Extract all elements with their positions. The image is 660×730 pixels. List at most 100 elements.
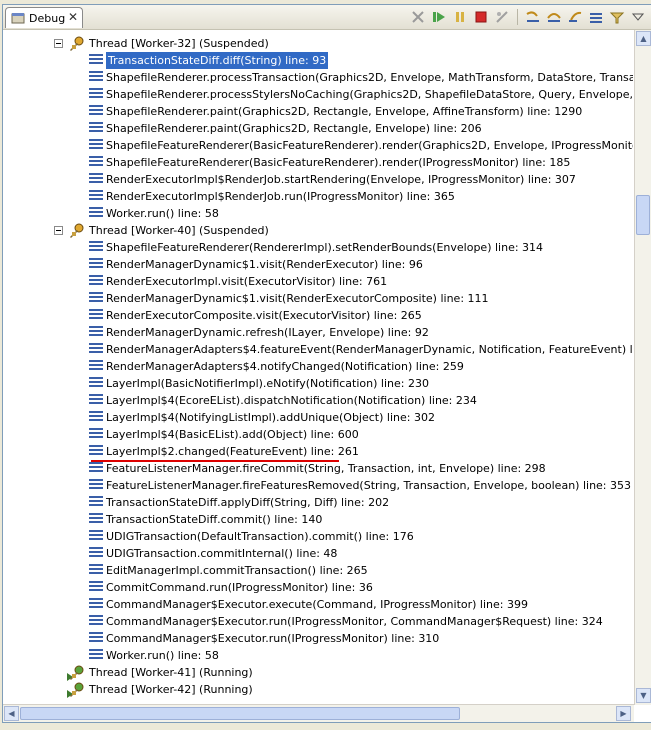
- stack-frame-label: LayerImpl$4(BasicEList).add(Object) line…: [106, 428, 359, 441]
- thread-icon: [69, 682, 85, 697]
- view-menu-icon[interactable]: [629, 8, 647, 26]
- stack-frame-label: ShapefileRenderer.paint(Graphics2D, Rect…: [106, 122, 482, 135]
- stack-frame-row[interactable]: LayerImpl(BasicNotifierImpl).eNotify(Not…: [3, 375, 633, 392]
- stack-frame-icon: [89, 190, 103, 203]
- vertical-scrollbar[interactable]: ▲ ▼: [634, 30, 652, 705]
- stack-frame-row[interactable]: ShapefileRenderer.processStylersNoCachin…: [3, 86, 633, 103]
- stack-frame-row[interactable]: RenderManagerDynamic$1.visit(RenderExecu…: [3, 290, 633, 307]
- collapse-toggle[interactable]: [54, 39, 63, 48]
- stack-frame-row[interactable]: CommitCommand.run(IProgressMonitor) line…: [3, 579, 633, 596]
- stack-frame-row[interactable]: RenderManagerDynamic.refresh(ILayer, Env…: [3, 324, 633, 341]
- stack-frame-row[interactable]: RenderExecutorImpl$RenderJob.run(IProgre…: [3, 188, 633, 205]
- stack-frame-icon: [89, 309, 103, 322]
- stack-frame-row[interactable]: ShapefileRenderer.paint(Graphics2D, Rect…: [3, 103, 633, 120]
- thread-icon: [69, 36, 85, 51]
- suspend-icon[interactable]: [451, 8, 469, 26]
- stack-frame-row[interactable]: Worker.run() line: 58: [3, 647, 633, 664]
- stack-frame-icon: [89, 88, 103, 101]
- stack-frame-icon: [89, 122, 103, 135]
- stack-frame-label: RenderManagerDynamic$1.visit(RenderExecu…: [106, 258, 423, 271]
- stack-frame-row[interactable]: CommandManager$Executor.run(IProgressMon…: [3, 613, 633, 630]
- stack-frame-row[interactable]: TransactionStateDiff.commit() line: 140: [3, 511, 633, 528]
- thread-row[interactable]: Thread [Worker-40] (Suspended): [3, 222, 633, 239]
- stack-frame-row[interactable]: CommandManager$Executor.execute(Command,…: [3, 596, 633, 613]
- stack-frame-row[interactable]: FeatureListenerManager.fireFeaturesRemov…: [3, 477, 633, 494]
- stack-frame-row[interactable]: UDIGTransaction.commitInternal() line: 4…: [3, 545, 633, 562]
- stack-frame-row[interactable]: LayerImpl$4(EcoreEList).dispatchNotifica…: [3, 392, 633, 409]
- terminate-icon[interactable]: [472, 8, 490, 26]
- step-return-icon[interactable]: [566, 8, 584, 26]
- stack-frame-row[interactable]: RenderExecutorComposite.visit(ExecutorVi…: [3, 307, 633, 324]
- stack-frame-label: TransactionStateDiff.diff(String) line: …: [106, 52, 329, 69]
- stack-frame-icon: [89, 139, 103, 152]
- stack-frame-row[interactable]: RenderExecutorImpl.visit(ExecutorVisitor…: [3, 273, 633, 290]
- stack-frame-label: ShapefileFeatureRenderer(BasicFeatureRen…: [106, 139, 633, 152]
- debug-tree[interactable]: Thread [Worker-32] (Suspended) Transactio…: [3, 30, 633, 703]
- scroll-up-button[interactable]: ▲: [636, 31, 651, 46]
- stack-frame-row[interactable]: EditManagerImpl.commitTransaction() line…: [3, 562, 633, 579]
- thread-row[interactable]: Thread [Worker-41] (Running): [3, 664, 633, 681]
- stack-frame-icon: [89, 377, 103, 390]
- scroll-left-button[interactable]: ◀: [4, 706, 19, 721]
- stack-frame-row[interactable]: LayerImpl$4(NotifyingListImpl).addUnique…: [3, 409, 633, 426]
- stack-frame-icon: [89, 71, 103, 84]
- horizontal-scrollbar[interactable]: ◀ ▶: [3, 704, 634, 722]
- stack-frame-label: RenderManagerAdapters$4.notifyChanged(No…: [106, 360, 464, 373]
- scroll-right-button[interactable]: ▶: [616, 706, 631, 721]
- stack-frame-row[interactable]: RenderManagerAdapters$4.featureEvent(Ren…: [3, 341, 633, 358]
- stack-frame-icon: [89, 156, 103, 169]
- stack-frame-icon: [89, 241, 103, 254]
- stack-frame-row[interactable]: Worker.run() line: 58: [3, 205, 633, 222]
- stack-frame-row[interactable]: ShapefileFeatureRenderer(BasicFeatureRen…: [3, 137, 633, 154]
- stack-frame-icon: [89, 564, 103, 577]
- stack-frame-row[interactable]: RenderExecutorImpl$RenderJob.startRender…: [3, 171, 633, 188]
- stack-frame-row[interactable]: LayerImpl$4(BasicEList).add(Object) line…: [3, 426, 633, 443]
- horizontal-scroll-thumb[interactable]: [20, 707, 460, 720]
- thread-row[interactable]: Thread [Worker-42] (Running): [3, 681, 633, 698]
- stack-frame-icon: [89, 275, 103, 288]
- use-step-filters-icon[interactable]: [608, 8, 626, 26]
- drop-to-frame-icon[interactable]: [587, 8, 605, 26]
- stack-frame-icon: [89, 615, 103, 628]
- stack-frame-label: FeatureListenerManager.fireFeaturesRemov…: [106, 479, 632, 492]
- stack-frame-icon: [89, 105, 103, 118]
- stack-frame-label: LayerImpl(BasicNotifierImpl).eNotify(Not…: [106, 377, 429, 390]
- stack-frame-row[interactable]: ShapefileFeatureRenderer(RendererImpl).s…: [3, 239, 633, 256]
- resume-icon[interactable]: [430, 8, 448, 26]
- stack-frame-label: ShapefileRenderer.paint(Graphics2D, Rect…: [106, 105, 583, 118]
- scroll-down-button[interactable]: ▼: [636, 688, 651, 703]
- disconnect-icon[interactable]: [493, 8, 511, 26]
- stack-frame-row[interactable]: RenderManagerAdapters$4.notifyChanged(No…: [3, 358, 633, 375]
- stack-frame-row[interactable]: CommandManager$Executor.run(IProgressMon…: [3, 630, 633, 647]
- tab-debug[interactable]: Debug ✕: [5, 7, 83, 28]
- stack-frame-icon: [89, 394, 103, 407]
- stack-frame-icon: [89, 496, 103, 509]
- stack-frame-row[interactable]: ShapefileRenderer.processTransaction(Gra…: [3, 69, 633, 86]
- stack-frame-icon: [89, 581, 103, 594]
- collapse-toggle[interactable]: [54, 226, 63, 235]
- stack-frame-row[interactable]: TransactionStateDiff.diff(String) line: …: [3, 52, 633, 69]
- stack-frame-label: RenderManagerDynamic.refresh(ILayer, Env…: [106, 326, 429, 339]
- step-over-icon[interactable]: [545, 8, 563, 26]
- step-into-icon[interactable]: [524, 8, 542, 26]
- stack-frame-row[interactable]: FeatureListenerManager.fireCommit(String…: [3, 460, 633, 477]
- stack-frame-label: UDIGTransaction(DefaultTransaction).comm…: [106, 530, 414, 543]
- vertical-scroll-thumb[interactable]: [636, 195, 650, 235]
- close-icon[interactable]: ✕: [68, 10, 78, 24]
- stack-frame-label: RenderExecutorImpl$RenderJob.startRender…: [106, 173, 576, 186]
- remove-terminated-icon[interactable]: [409, 8, 427, 26]
- stack-frame-label: ShapefileFeatureRenderer(RendererImpl).s…: [106, 241, 544, 254]
- thread-row[interactable]: Thread [Worker-32] (Suspended): [3, 35, 633, 52]
- red-annotation-underline: [91, 460, 339, 462]
- stack-frame-row[interactable]: RenderManagerDynamic$1.visit(RenderExecu…: [3, 256, 633, 273]
- stack-frame-row[interactable]: TransactionStateDiff.applyDiff(String, D…: [3, 494, 633, 511]
- stack-frame-label: RenderExecutorImpl$RenderJob.run(IProgre…: [106, 190, 455, 203]
- stack-frame-icon: [89, 530, 103, 543]
- stack-frame-row[interactable]: UDIGTransaction(DefaultTransaction).comm…: [3, 528, 633, 545]
- stack-frame-row[interactable]: ShapefileFeatureRenderer(BasicFeatureRen…: [3, 154, 633, 171]
- debug-icon: [11, 13, 25, 24]
- stack-frame-row[interactable]: LayerImpl$2.changed(FeatureEvent) line: …: [3, 443, 633, 460]
- stack-frame-row[interactable]: ShapefileRenderer.paint(Graphics2D, Rect…: [3, 120, 633, 137]
- stack-frame-label: EditManagerImpl.commitTransaction() line…: [106, 564, 368, 577]
- stack-frame-icon: [89, 428, 103, 441]
